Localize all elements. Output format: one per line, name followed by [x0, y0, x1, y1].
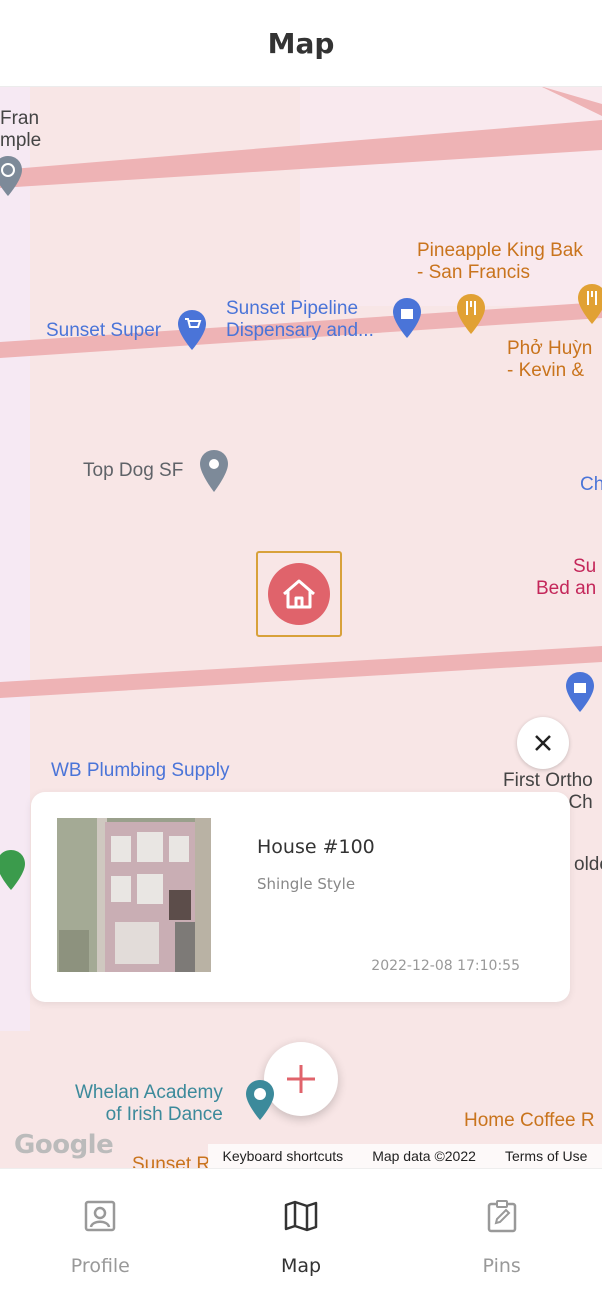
map-label-sunset-pipeline: Sunset Pipeline Dispensary and... — [226, 298, 374, 341]
map-icon — [284, 1200, 318, 1232]
map-label-pho: Phở Huỳn - Kevin & — [507, 338, 593, 381]
map-label-top-dog: Top Dog SF — [83, 460, 184, 481]
shopping-bag-pin-icon[interactable] — [391, 296, 423, 340]
tab-profile[interactable]: Profile — [0, 1169, 201, 1309]
map-label-wb-plumbing: WB Plumbing Supply — [51, 760, 230, 781]
map-view[interactable]: Fran mple Pineapple King Bak - San Franc… — [0, 86, 602, 1168]
map-data-text: Map data ©2022 — [372, 1148, 476, 1164]
close-icon — [535, 735, 551, 751]
bottom-tab-bar: Profile Map Pins — [0, 1168, 602, 1309]
map-label-sunset-bottom: Sunset R — [132, 1154, 211, 1168]
house-icon — [268, 563, 330, 625]
house-photo — [57, 818, 211, 972]
house-card[interactable]: House #100 Shingle Style 2022-12-08 17:1… — [31, 792, 570, 1002]
terms-of-use-link[interactable]: Terms of Use — [505, 1148, 587, 1164]
house-title: House #100 — [257, 836, 375, 858]
shopping-bag-pin-2-icon[interactable] — [564, 670, 596, 714]
close-button[interactable] — [517, 717, 569, 769]
map-label-olde: olde — [574, 854, 602, 875]
plus-icon — [287, 1065, 315, 1093]
tab-pins-label: Pins — [482, 1255, 521, 1277]
tab-map-label: Map — [280, 1255, 322, 1277]
green-pin-icon[interactable] — [0, 848, 26, 892]
page-title: Map — [267, 26, 335, 60]
house-style: Shingle Style — [257, 875, 356, 893]
shopping-cart-pin-icon[interactable] — [176, 308, 208, 352]
selected-house-marker[interactable] — [256, 551, 342, 637]
map-label-home-coffee: Home Coffee R — [464, 1110, 595, 1131]
map-label-temple: Fran mple — [0, 108, 42, 151]
profile-icon — [85, 1200, 116, 1232]
map-label-whelan: Whelan Academy of Irish Dance — [75, 1082, 223, 1125]
restaurant-pin-2-icon[interactable] — [576, 282, 602, 326]
house-timestamp: 2022-12-08 17:10:55 — [371, 958, 520, 974]
clipboard-edit-icon — [487, 1200, 516, 1233]
map-label-pineapple: Pineapple King Bak - San Francis — [417, 240, 583, 283]
tab-pins[interactable]: Pins — [401, 1169, 602, 1309]
google-logo: Google — [14, 1130, 114, 1160]
map-label-ch: Ch — [580, 474, 602, 495]
location-pin-icon[interactable] — [198, 448, 230, 494]
app-header: Map — [0, 0, 602, 87]
tab-profile-label: Profile — [70, 1255, 130, 1277]
keyboard-shortcuts-link[interactable]: Keyboard shortcuts — [223, 1148, 344, 1164]
temple-pin-icon[interactable] — [0, 154, 22, 198]
theater-pin-icon[interactable] — [244, 1078, 276, 1122]
map-label-sunset-super: Sunset Super — [46, 320, 162, 341]
map-label-su: Su Bed an — [536, 556, 597, 599]
map-attribution: Keyboard shortcuts Map data ©2022 Terms … — [208, 1144, 602, 1168]
restaurant-pin-icon[interactable] — [455, 292, 487, 336]
tab-map[interactable]: Map — [201, 1169, 402, 1309]
